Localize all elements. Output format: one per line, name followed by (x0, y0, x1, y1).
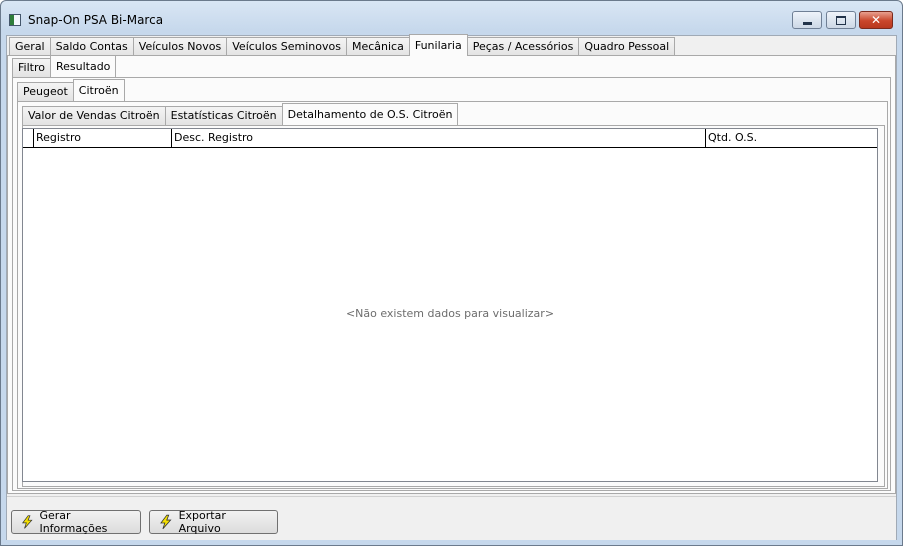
window-title: Snap-On PSA Bi-Marca (28, 13, 164, 27)
report-tab-strip: Valor de Vendas Citroën Estatísticas Cit… (22, 103, 459, 125)
column-header-desc-registro[interactable]: Desc. Registro (172, 129, 706, 147)
tab-estatisticas-citroen[interactable]: Estatísticas Citroën (164, 106, 283, 125)
title-bar[interactable]: Snap-On PSA Bi-Marca ✕ (1, 1, 902, 35)
main-tab-strip: Geral Saldo Contas Veículos Novos Veícul… (9, 34, 676, 56)
tab-funilaria[interactable]: Funilaria (408, 34, 468, 56)
exportar-arquivo-label: Exportar Arquivo (178, 509, 226, 535)
app-icon (9, 14, 21, 26)
bottom-toolbar: Gerar Informações Exportar Arquivo (7, 496, 896, 540)
gerar-informacoes-label: Gerar Informações (39, 509, 108, 535)
tab-peugeot[interactable]: Peugeot (17, 82, 74, 101)
grid-header: Registro Desc. Registro Qtd. O.S. (23, 129, 877, 148)
tab-veiculos-seminovos[interactable]: Veículos Seminovos (226, 37, 347, 56)
data-grid[interactable]: Registro Desc. Registro Qtd. O.S. <Não e… (22, 128, 878, 482)
row-indicator-header (23, 129, 34, 147)
gerar-informacoes-button[interactable]: Gerar Informações (11, 509, 141, 535)
tab-saldo-contas[interactable]: Saldo Contas (49, 37, 134, 56)
column-header-registro[interactable]: Registro (34, 129, 172, 147)
column-header-qtd-os[interactable]: Qtd. O.S. (706, 129, 877, 147)
close-icon: ✕ (870, 13, 882, 27)
lightning-bolt-icon (21, 515, 33, 529)
maximize-button[interactable] (826, 11, 856, 29)
tab-resultado[interactable]: Resultado (49, 55, 117, 77)
exportar-arquivo-button[interactable]: Exportar Arquivo (149, 509, 278, 535)
lightning-bolt-icon (160, 514, 172, 530)
tab-citroen[interactable]: Citroën (72, 79, 125, 101)
empty-grid-message: <Não existem dados para visualizar> (345, 307, 555, 320)
tab-detalhamento-os-citroen[interactable]: Detalhamento de O.S. Citroën (281, 103, 459, 125)
tab-mecanica[interactable]: Mecânica (345, 37, 410, 56)
minimize-button[interactable] (792, 11, 822, 29)
tab-filtro[interactable]: Filtro (12, 58, 51, 77)
tab-geral[interactable]: Geral (9, 37, 51, 56)
minimize-icon (802, 21, 812, 25)
close-button[interactable]: ✕ (859, 11, 893, 29)
sub-tab-strip: Filtro Resultado (12, 55, 117, 77)
tab-pecas-acessorios[interactable]: Peças / Acessórios (466, 37, 580, 56)
brand-tab-strip: Peugeot Citroën (17, 79, 125, 101)
tab-veiculos-novos[interactable]: Veículos Novos (132, 37, 228, 56)
maximize-icon (836, 15, 846, 25)
tab-valor-vendas-citroen[interactable]: Valor de Vendas Citroën (22, 106, 166, 125)
tab-quadro-pessoal[interactable]: Quadro Pessoal (578, 37, 676, 56)
